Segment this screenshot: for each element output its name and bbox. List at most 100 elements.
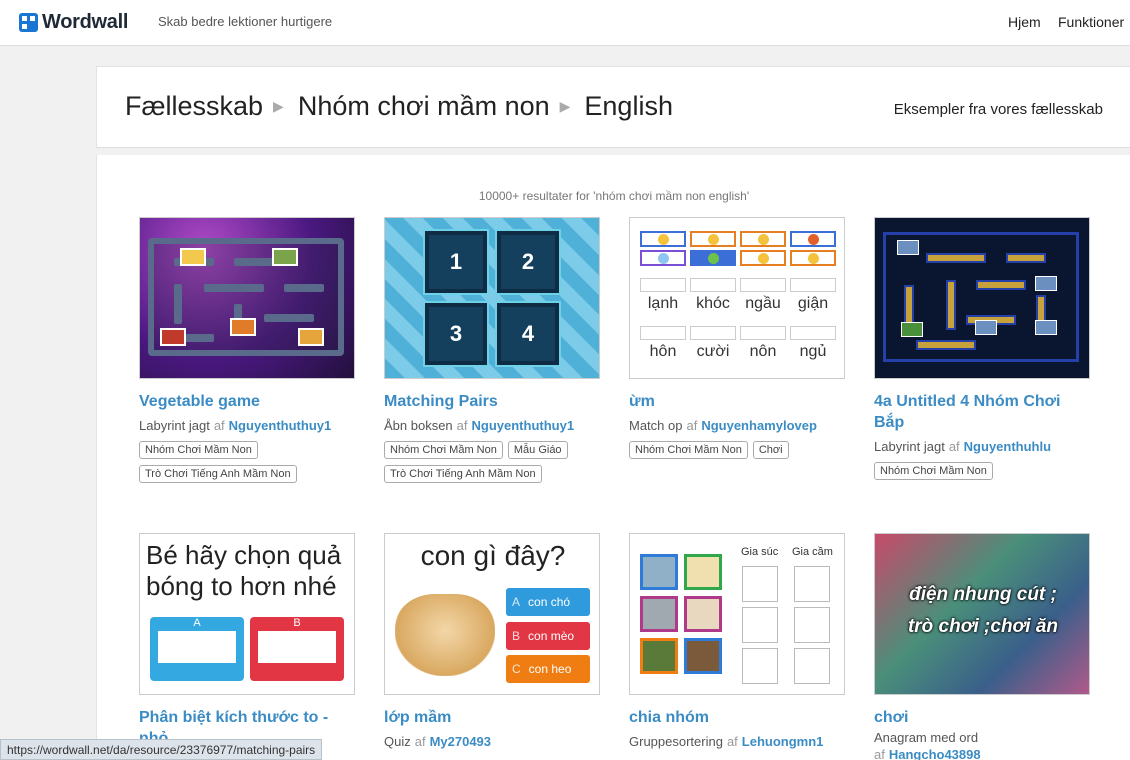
activity-title[interactable]: 4a Untitled 4 Nhóm Chơi Bắp bbox=[874, 391, 1090, 433]
box-tile: 4 bbox=[497, 303, 559, 365]
animal-image bbox=[640, 638, 678, 674]
animal-image bbox=[684, 638, 722, 674]
by-label: af bbox=[874, 747, 885, 760]
puppy-image bbox=[395, 594, 495, 676]
activity-thumbnail[interactable] bbox=[139, 217, 355, 379]
emoji-icon bbox=[640, 250, 686, 266]
thumb-word: ngầu bbox=[745, 295, 781, 312]
by-label: af bbox=[686, 418, 698, 433]
answer-option: Acon chó bbox=[506, 588, 590, 616]
answer-option: Ccon heo bbox=[506, 655, 590, 683]
activity-thumbnail[interactable]: lạnh khóc ngầu giận hôn cười nôn ngủ bbox=[629, 217, 845, 379]
group-header: Gia cầm bbox=[792, 546, 833, 558]
activity-title[interactable]: ừm bbox=[629, 391, 845, 412]
activity-thumbnail[interactable]: điện nhung cút ; trò chơi ;chơi ăn bbox=[874, 533, 1090, 695]
activity-card[interactable]: lạnh khóc ngầu giận hôn cười nôn ngủ ừm … bbox=[629, 217, 845, 459]
thumb-word: khóc bbox=[696, 295, 730, 312]
activity-thumbnail[interactable]: Gia súc Gia cầm bbox=[629, 533, 845, 695]
tag[interactable]: Trò Chơi Tiếng Anh Mầm Non bbox=[384, 465, 542, 483]
activity-thumbnail[interactable] bbox=[874, 217, 1090, 379]
nav-features-link[interactable]: Funktioner bbox=[1058, 14, 1124, 30]
activity-type: Åbn boksen bbox=[384, 418, 453, 433]
activity-meta: Labyrint jagt af Nguyenthuhlu bbox=[874, 439, 1090, 454]
breadcrumb-item-community[interactable]: Fællesskab bbox=[125, 91, 263, 122]
activity-title[interactable]: Matching Pairs bbox=[384, 391, 600, 412]
tag[interactable]: Nhóm Chơi Mầm Non bbox=[629, 441, 748, 459]
activity-title[interactable]: chơi bbox=[874, 707, 1090, 728]
activity-card[interactable]: 4a Untitled 4 Nhóm Chơi Bắp Labyrint jag… bbox=[874, 217, 1090, 480]
option-b: B bbox=[250, 617, 344, 681]
animal-image bbox=[640, 596, 678, 632]
logo-text: Wordwall bbox=[42, 11, 129, 33]
activity-meta-author: af Hangcho43898 bbox=[874, 747, 1090, 760]
browser-status-bar: https://wordwall.net/da/resource/2337697… bbox=[0, 739, 323, 760]
author-link[interactable]: My270493 bbox=[430, 734, 491, 749]
tag[interactable]: Nhóm Chơi Mầm Non bbox=[874, 462, 993, 480]
by-label: af bbox=[414, 734, 426, 749]
breadcrumb-separator-icon: ▶ bbox=[273, 98, 284, 114]
emoji-icon bbox=[690, 231, 736, 247]
activity-card[interactable]: Bé hãy chọn quả bóng to hơn nhé A B Phân… bbox=[139, 533, 355, 749]
thumb-line: trò chơi ;chơi ăn bbox=[907, 616, 1059, 637]
activity-type: Anagram med ord bbox=[874, 730, 979, 745]
box-tile: 2 bbox=[497, 231, 559, 293]
community-examples-link[interactable]: Eksempler fra vores fællesskab bbox=[894, 101, 1103, 118]
thumb-word: giận bbox=[797, 295, 829, 312]
by-label: af bbox=[726, 734, 738, 749]
answer-option: Bcon mèo bbox=[506, 622, 590, 650]
top-bar: Wordwall Skab bedre lektioner hurtigere … bbox=[0, 0, 1130, 46]
author-link[interactable]: Hangcho43898 bbox=[889, 747, 981, 760]
activity-thumbnail[interactable]: con gì đây? Acon chó Bcon mèo Ccon heo bbox=[384, 533, 600, 695]
activity-card[interactable]: con gì đây? Acon chó Bcon mèo Ccon heo l… bbox=[384, 533, 600, 749]
activity-title[interactable]: Vegetable game bbox=[139, 391, 355, 412]
results-area: 10000+ resultater for 'nhóm chơi mầm non… bbox=[96, 155, 1130, 760]
author-link[interactable]: Nguyenthuthuy1 bbox=[472, 418, 575, 433]
activity-meta: Labyrint jagt af Nguyenthuthuy1 bbox=[139, 418, 355, 433]
activity-thumbnail[interactable]: 1 2 3 4 bbox=[384, 217, 600, 379]
thumb-word: lạnh bbox=[647, 295, 679, 312]
by-label: af bbox=[213, 418, 225, 433]
emoji-icon bbox=[690, 250, 736, 266]
emoji-icon bbox=[790, 250, 836, 266]
tag-list: Nhóm Chơi Mầm Non Mẫu Giáo Trò Chơi Tiến… bbox=[384, 441, 600, 483]
emoji-icon bbox=[640, 231, 686, 247]
activity-card[interactable]: điện nhung cút ; trò chơi ;chơi ăn chơi … bbox=[874, 533, 1090, 760]
box-tile: 1 bbox=[425, 231, 487, 293]
wordwall-logo[interactable]: Wordwall bbox=[19, 11, 128, 34]
author-link[interactable]: Nguyenthuthuy1 bbox=[229, 418, 332, 433]
breadcrumb: Fællesskab ▶ Nhóm chơi mầm non ▶ English bbox=[125, 91, 673, 122]
wordwall-logo-icon bbox=[19, 13, 38, 32]
animal-image bbox=[684, 596, 722, 632]
activity-meta: Quiz af My270493 bbox=[384, 734, 600, 749]
tag[interactable]: Trò Chơi Tiếng Anh Mầm Non bbox=[139, 465, 297, 483]
author-link[interactable]: Nguyenthuhlu bbox=[964, 439, 1051, 454]
by-label: af bbox=[948, 439, 960, 454]
tag[interactable]: Chơi bbox=[752, 441, 789, 459]
activity-card[interactable]: Gia súc Gia cầm chia nhóm Gruppesorterin… bbox=[629, 533, 845, 749]
tag[interactable]: Nhóm Chơi Mầm Non bbox=[139, 441, 258, 459]
activity-meta: Anagram med ord bbox=[874, 730, 1090, 745]
activity-title[interactable]: lớp mầm bbox=[384, 707, 600, 728]
tag[interactable]: Mẫu Giáo bbox=[507, 441, 568, 459]
author-link[interactable]: Lehuongmn1 bbox=[742, 734, 824, 749]
nav-home-link[interactable]: Hjem bbox=[1008, 14, 1041, 30]
thumb-word: hôn bbox=[649, 343, 677, 360]
thumb-question: con gì đây? bbox=[420, 540, 566, 571]
group-header: Gia súc bbox=[741, 546, 779, 558]
activity-thumbnail[interactable]: Bé hãy chọn quả bóng to hơn nhé A B bbox=[139, 533, 355, 695]
activity-meta: Match op af Nguyenhamylovep bbox=[629, 418, 845, 433]
author-link[interactable]: Nguyenhamylovep bbox=[701, 418, 817, 433]
emoji-icon bbox=[740, 231, 786, 247]
activity-type: Quiz bbox=[384, 734, 411, 749]
activity-card[interactable]: 1 2 3 4 Matching Pairs Åbn boksen af Nguye… bbox=[384, 217, 600, 483]
activity-card[interactable]: Vegetable game Labyrint jagt af Nguyenthut… bbox=[139, 217, 355, 483]
tag[interactable]: Nhóm Chơi Mầm Non bbox=[384, 441, 503, 459]
result-count: 10000+ resultater for 'nhóm chơi mầm non… bbox=[478, 189, 750, 203]
activity-title[interactable]: chia nhóm bbox=[629, 707, 845, 728]
by-label: af bbox=[456, 418, 468, 433]
animal-image bbox=[684, 554, 722, 590]
thumb-word: cười bbox=[696, 343, 730, 360]
breadcrumb-item-group[interactable]: Nhóm chơi mầm non bbox=[298, 91, 550, 122]
thumb-line: điện nhung cút ; bbox=[909, 584, 1057, 605]
activity-meta: Gruppesortering af Lehuongmn1 bbox=[629, 734, 845, 749]
